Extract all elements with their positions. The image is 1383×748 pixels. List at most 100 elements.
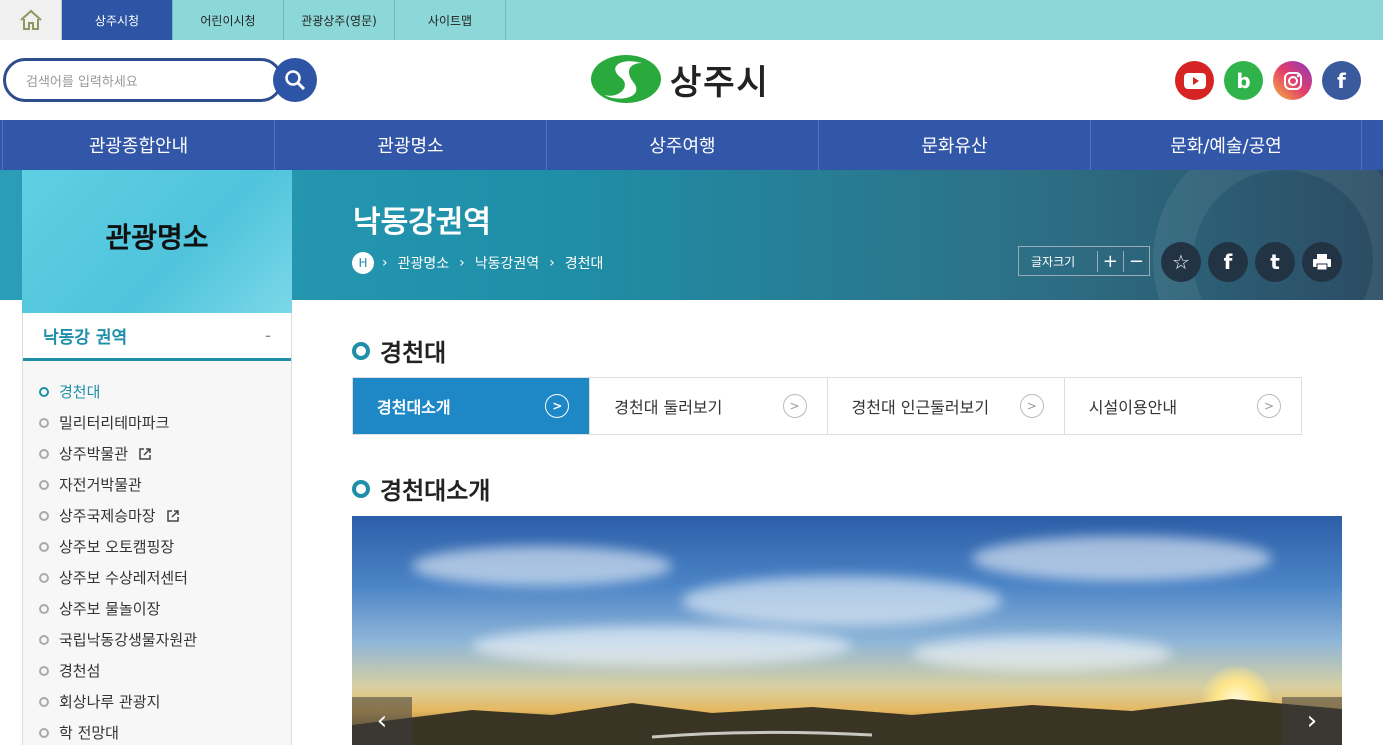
tab-facility[interactable]: 시설이용안내 > bbox=[1065, 378, 1301, 434]
page-title: 낙동강권역 bbox=[353, 205, 491, 240]
main-navigation: 관광종합안내 관광명소 상주여행 문화유산 문화/예술/공연 bbox=[0, 120, 1383, 170]
lnb-item-gyeongcheondae[interactable]: 경천대 bbox=[23, 376, 291, 407]
bullet-icon bbox=[39, 510, 49, 521]
tab-nearby[interactable]: 경천대 인근둘러보기 > bbox=[828, 378, 1065, 434]
breadcrumb: › 관광명소 › 낙동강권역 › 경천대 bbox=[382, 252, 603, 274]
lnb-item-water-park[interactable]: 상주보 물놀이장 bbox=[23, 593, 291, 624]
bookmark-button[interactable]: ☆ bbox=[1161, 242, 1201, 282]
tab-label: 경천대 인근둘러보기 bbox=[851, 398, 990, 417]
home-button[interactable] bbox=[0, 0, 62, 40]
font-decrease-icon[interactable]: − bbox=[1122, 250, 1149, 272]
search-placeholder: 검색어를 입력하세요 bbox=[26, 74, 138, 90]
lnb-item-gyeongcheonseom[interactable]: 경천섬 bbox=[23, 655, 291, 686]
lnb-item-auto-camping[interactable]: 상주보 오토캠핑장 bbox=[23, 531, 291, 562]
bullet-icon bbox=[39, 448, 49, 459]
facebook-icon: f bbox=[1337, 68, 1346, 93]
breadcrumb-home[interactable]: H bbox=[352, 252, 374, 274]
lnb-item-crane-observatory[interactable]: 학 전망대 bbox=[23, 717, 291, 748]
cloud-shape bbox=[472, 626, 852, 666]
lnb-item-bio-resources[interactable]: 국립낙동강생물자원관 bbox=[23, 624, 291, 655]
tab-tour[interactable]: 경천대 둘러보기 > bbox=[590, 378, 828, 434]
bullet-icon bbox=[39, 386, 49, 397]
print-icon bbox=[1313, 254, 1331, 271]
bullet-icon bbox=[39, 634, 49, 645]
section-heading: 경천대소개 bbox=[352, 471, 490, 506]
nav-heritage[interactable]: 문화유산 bbox=[818, 120, 1090, 170]
font-increase-icon[interactable]: + bbox=[1096, 250, 1123, 272]
content-title-text: 경천대 bbox=[380, 339, 447, 367]
nav-sangju-travel[interactable]: 상주여행 bbox=[546, 120, 818, 170]
twitter-icon: t bbox=[1270, 250, 1280, 274]
cloud-shape bbox=[682, 576, 1002, 626]
bullet-icon bbox=[39, 479, 49, 490]
toptab-kids-cityhall[interactable]: 어린이시청 bbox=[173, 0, 284, 40]
toptab-sangju-cityhall[interactable]: 상주시청 bbox=[62, 0, 173, 40]
search-button[interactable] bbox=[273, 58, 317, 102]
lnb-item-label: 경천섬 bbox=[59, 662, 101, 680]
lnb-item-label: 회상나루 관광지 bbox=[59, 693, 161, 711]
facebook-icon: f bbox=[1223, 250, 1233, 274]
share-facebook-button[interactable]: f bbox=[1208, 242, 1248, 282]
print-button[interactable] bbox=[1302, 242, 1342, 282]
collapse-icon[interactable]: - bbox=[265, 326, 271, 346]
share-twitter-button[interactable]: t bbox=[1255, 242, 1295, 282]
chevron-right-icon: > bbox=[1019, 394, 1044, 418]
breadcrumb-item[interactable]: 관광명소 bbox=[398, 253, 450, 273]
lnb-item-label: 상주보 수상레저센터 bbox=[59, 569, 188, 587]
lnb-item-military-themepark[interactable]: 밀리터리테마파크 bbox=[23, 407, 291, 438]
chevron-right-icon: > bbox=[545, 394, 570, 418]
bullet-icon bbox=[39, 417, 49, 428]
section-heading-text: 경천대소개 bbox=[380, 477, 491, 505]
lnb-item-hoesang-naru[interactable]: 회상나루 관광지 bbox=[23, 686, 291, 717]
lnb-header[interactable]: 낙동강 권역 - bbox=[23, 313, 291, 361]
nav-culture-arts[interactable]: 문화/예술/공연 bbox=[1090, 120, 1362, 170]
search-icon bbox=[285, 70, 306, 91]
cloud-shape bbox=[972, 536, 1272, 581]
instagram-link[interactable] bbox=[1273, 61, 1312, 100]
tab-label: 경천대 둘러보기 bbox=[614, 398, 723, 417]
search-input[interactable]: 검색어를 입력하세요 bbox=[3, 58, 283, 102]
external-link-icon bbox=[138, 447, 152, 461]
lnb-item-label: 상주국제승마장 bbox=[59, 507, 156, 525]
chevron-right-icon: › bbox=[549, 255, 555, 271]
nav-tourism-info[interactable]: 관광종합안내 bbox=[2, 120, 274, 170]
blog-icon: b bbox=[1236, 68, 1251, 93]
tab-intro[interactable]: 경천대소개 > bbox=[353, 378, 591, 434]
youtube-icon bbox=[1183, 72, 1206, 89]
bullet-icon bbox=[39, 727, 49, 738]
lnb-item-sangju-museum[interactable]: 상주박물관 bbox=[23, 438, 291, 469]
mountain-silhouette bbox=[352, 699, 1342, 745]
chevron-right-icon: › bbox=[1306, 706, 1318, 736]
external-link-icon bbox=[166, 509, 180, 523]
lnb-item-equestrian[interactable]: 상주국제승마장 bbox=[23, 500, 291, 531]
logo-text: 상주시 bbox=[670, 62, 770, 103]
slide-prev-button[interactable]: ‹ bbox=[352, 697, 412, 745]
lnb-item-label: 상주박물관 bbox=[59, 445, 129, 463]
tab-label: 경천대소개 bbox=[377, 398, 451, 417]
chevron-right-icon: › bbox=[459, 255, 465, 271]
title-bullet-icon bbox=[352, 479, 370, 498]
title-bullet-icon bbox=[352, 341, 370, 360]
toptab-sitemap[interactable]: 사이트맵 bbox=[395, 0, 506, 40]
lnb-item-bicycle-museum[interactable]: 자전거박물관 bbox=[23, 469, 291, 500]
nav-attractions[interactable]: 관광명소 bbox=[274, 120, 546, 170]
top-utility-bar: 상주시청 어린이시청 관광상주(영문) 사이트맵 bbox=[0, 0, 1383, 40]
chevron-right-icon: > bbox=[782, 394, 807, 418]
toptab-tourism-english[interactable]: 관광상주(영문) bbox=[284, 0, 395, 40]
left-sub-navigation: 낙동강 권역 - 경천대 밀리터리테마파크 상주박물관 자전거박물관 상주국제승… bbox=[22, 313, 292, 745]
content-title: 경천대 bbox=[352, 333, 446, 368]
lnb-item-label: 상주보 오토캠핑장 bbox=[59, 538, 175, 556]
bullet-icon bbox=[39, 541, 49, 552]
facebook-link[interactable]: f bbox=[1322, 61, 1361, 100]
blog-link[interactable]: b bbox=[1224, 61, 1263, 100]
site-logo[interactable]: 상주시 bbox=[590, 52, 770, 106]
home-icon bbox=[19, 9, 42, 30]
breadcrumb-item[interactable]: 낙동강권역 bbox=[475, 253, 539, 273]
lnb-item-label: 자전거박물관 bbox=[59, 476, 142, 494]
lnb-item-water-leisure[interactable]: 상주보 수상레저센터 bbox=[23, 562, 291, 593]
font-size-control: 글자크기 + − bbox=[1018, 246, 1150, 276]
youtube-link[interactable] bbox=[1175, 61, 1214, 100]
slide-next-button[interactable]: › bbox=[1282, 697, 1342, 745]
lnb-item-label: 국립낙동강생물자원관 bbox=[59, 631, 198, 649]
cloud-shape bbox=[412, 546, 672, 586]
